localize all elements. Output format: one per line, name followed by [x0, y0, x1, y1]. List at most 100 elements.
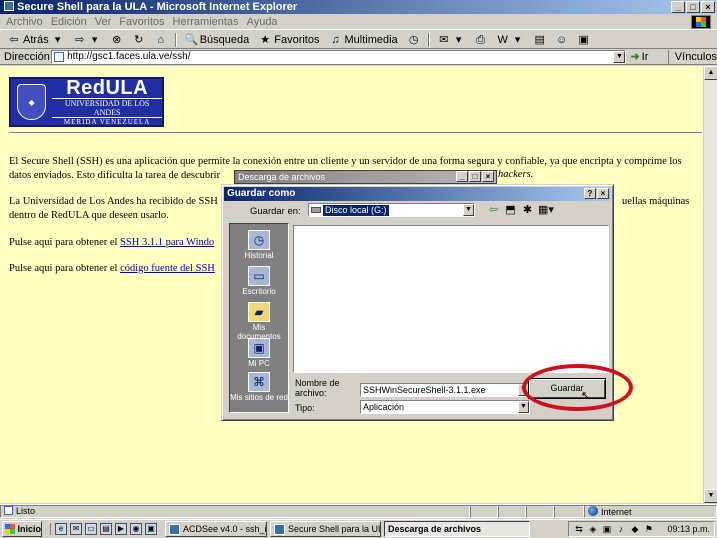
download-window-titlebar[interactable]: Descarga de archivos _ □ ×: [234, 170, 497, 184]
place-my-computer[interactable]: ▣ Mi PC: [230, 338, 288, 368]
scroll-down-button[interactable]: ▼: [704, 489, 717, 503]
outlook-quicklaunch-icon[interactable]: ✉: [70, 523, 82, 535]
save-in-label: Guardar en:: [250, 206, 301, 217]
ssh-source-link[interactable]: código fuente del SSH: [120, 263, 215, 274]
highlight-annotation: [522, 364, 633, 411]
vertical-scrollbar[interactable]: ▲ ▼: [703, 66, 717, 503]
print-button[interactable]: ⎙: [471, 32, 491, 48]
menu-archivo[interactable]: Archivo: [4, 16, 49, 28]
status-text: Listo: [16, 506, 36, 516]
task-ie[interactable]: Secure Shell para la ULA -...: [270, 521, 381, 537]
window-titlebar[interactable]: Secure Shell para la ULA - Microsoft Int…: [0, 0, 717, 14]
view-menu-icon[interactable]: ▦▾: [538, 204, 554, 217]
download-source-text: Pulse aqui para obtener el: [9, 263, 118, 274]
security-tray-icon[interactable]: ◆: [629, 524, 640, 535]
file-list[interactable]: [293, 225, 609, 373]
type-dropdown-button[interactable]: ▼: [518, 401, 529, 413]
download-binary-text: Pulse aqui para obtener el: [9, 237, 118, 248]
save-as-titlebar[interactable]: Guardar como ? ×: [224, 187, 611, 201]
research-button[interactable]: ▣: [574, 32, 594, 48]
search-button[interactable]: 🔍 Búsqueda: [181, 32, 254, 48]
status-cell-empty: [554, 505, 584, 518]
app2-quicklaunch-icon[interactable]: ▣: [145, 523, 157, 535]
volume-tray-icon[interactable]: ♪: [615, 524, 626, 535]
media-quicklaunch-icon[interactable]: ▶: [115, 523, 127, 535]
start-label: Inicio: [17, 524, 41, 534]
taskbar: Inicio e ✉ ▭ ▤ ▶ ◉ ▣ ACDSee v4.0 - ssh_i…: [0, 519, 717, 538]
ie-quicklaunch-icon[interactable]: e: [55, 523, 67, 535]
search-icon: 🔍: [184, 33, 199, 46]
close-button[interactable]: ×: [701, 1, 715, 13]
mail-icon: ✉: [439, 33, 449, 46]
menu-herramientas[interactable]: Herramientas: [171, 16, 245, 28]
intro-line-2-end: hackers.: [498, 168, 533, 182]
place-network[interactable]: ⌘ Mis sitios de red: [230, 372, 288, 402]
multimedia-button[interactable]: ♫ Multimedia: [325, 32, 401, 48]
flag-tray-icon[interactable]: ⚑: [643, 524, 654, 535]
download-minimize-button[interactable]: _: [456, 171, 468, 182]
horizontal-rule: [9, 132, 702, 134]
start-button[interactable]: Inicio: [2, 521, 42, 537]
refresh-button[interactable]: ↻: [129, 32, 149, 48]
task-acdsee[interactable]: ACDSee v4.0 - ssh_img: [165, 521, 267, 537]
place-documents[interactable]: ▰ Mis documentos: [230, 302, 288, 341]
forward-button[interactable]: ⇨ ▾: [70, 32, 105, 48]
quick-launch: e ✉ ▭ ▤ ▶ ◉ ▣: [50, 523, 157, 535]
app-tray-icon[interactable]: ▣: [601, 524, 612, 535]
history-button[interactable]: ◷: [404, 32, 424, 48]
redula-logo[interactable]: ◆ RedULA UNIVERSIDAD DE LOS ANDES MERIDA…: [9, 77, 164, 127]
filename-combo[interactable]: SSHWinSecureShell-3.1.1.exe ▼: [360, 383, 530, 397]
menu-favoritos[interactable]: Favoritos: [117, 16, 170, 28]
download-binary-paragraph: Pulse aqui para obtener el SSH 3.1.1 par…: [9, 236, 214, 250]
chevron-down-icon: ▾: [514, 33, 521, 46]
maximize-button[interactable]: □: [686, 1, 700, 13]
address-dropdown-button[interactable]: ▼: [613, 50, 626, 63]
desktop-quicklaunch-icon[interactable]: ▭: [85, 523, 97, 535]
place-history[interactable]: ◷ Historial: [230, 230, 288, 260]
place-desktop[interactable]: ▭ Escritorio: [230, 266, 288, 296]
search-label: Búsqueda: [199, 33, 250, 46]
help-button[interactable]: ?: [584, 188, 596, 199]
menu-edicion[interactable]: Edición: [49, 16, 93, 28]
discuss-button[interactable]: ▤: [530, 32, 550, 48]
mail-button[interactable]: ✉ ▾: [434, 32, 469, 48]
save-as-close-button[interactable]: ×: [597, 188, 609, 199]
download-maximize-button[interactable]: □: [469, 171, 481, 182]
edit-button[interactable]: W ▾: [493, 32, 528, 48]
messenger-button[interactable]: ☺: [552, 32, 572, 48]
favorites-button[interactable]: ★ Favoritos: [255, 32, 323, 48]
antivirus-tray-icon[interactable]: ◈: [587, 524, 598, 535]
discuss-icon: ▤: [534, 33, 545, 46]
desktop-icon: ▭: [248, 266, 270, 286]
up-folder-icon[interactable]: ⬒: [504, 204, 517, 217]
messenger-icon: ☺: [556, 33, 568, 46]
address-field[interactable]: ▼: [51, 49, 627, 64]
window-controls: _ □ ×: [671, 1, 715, 13]
app-quicklaunch-icon[interactable]: ◉: [130, 523, 142, 535]
menu-ver[interactable]: Ver: [93, 16, 118, 28]
save-in-dropdown[interactable]: Disco local (G:) ▼: [308, 203, 475, 217]
go-button[interactable]: ➜ Ir: [630, 50, 663, 64]
ssh-windows-link[interactable]: SSH 3.1.1 para Windo: [120, 237, 214, 248]
download-close-button[interactable]: ×: [482, 171, 494, 182]
explorer-quicklaunch-icon[interactable]: ▤: [100, 523, 112, 535]
filename-label-line-1: Nombre de: [295, 378, 340, 388]
menu-ayuda[interactable]: Ayuda: [245, 16, 284, 28]
task-download[interactable]: Descarga de archivos: [384, 521, 530, 537]
address-input[interactable]: [67, 51, 608, 62]
network-tray-icon[interactable]: ⇆: [573, 524, 584, 535]
task-download-label: Descarga de archivos: [388, 524, 482, 534]
stop-button[interactable]: ⊗: [107, 32, 127, 48]
type-value: Aplicación: [363, 402, 405, 412]
new-folder-icon[interactable]: ✱: [521, 204, 534, 217]
type-dropdown[interactable]: Aplicación ▼: [360, 400, 530, 414]
back-button[interactable]: ⇦ Atrás ▾: [4, 32, 68, 48]
scroll-up-button[interactable]: ▲: [704, 66, 717, 80]
home-button[interactable]: ⌂: [151, 32, 171, 48]
minimize-button[interactable]: _: [671, 1, 685, 13]
license-line-1-start: La Universidad de Los Andes ha recibido …: [9, 196, 218, 207]
clock[interactable]: 09:13 p.m.: [667, 524, 710, 534]
save-in-dropdown-button[interactable]: ▼: [463, 204, 474, 216]
links-button[interactable]: Vínculos: [667, 49, 717, 64]
back-arrow-icon[interactable]: ⇦: [487, 204, 500, 217]
